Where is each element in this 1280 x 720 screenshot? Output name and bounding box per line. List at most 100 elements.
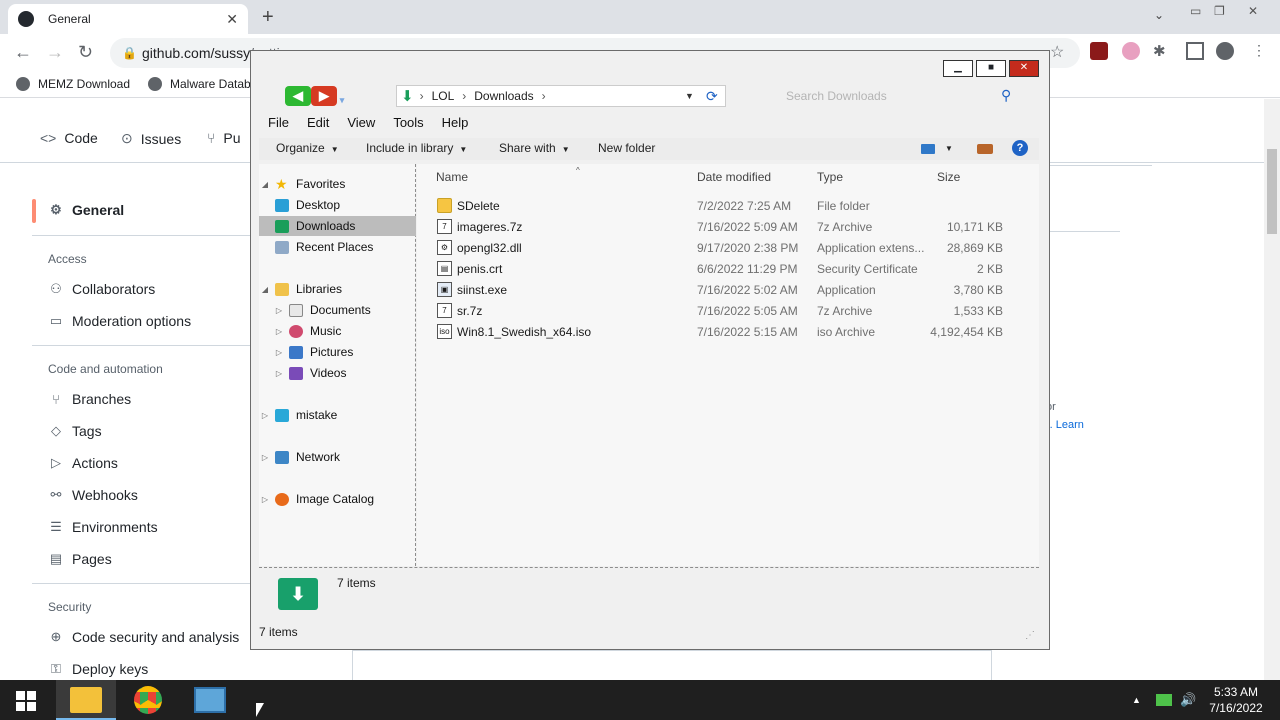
system-clock[interactable]: 5:33 AM 7/16/2022 xyxy=(1192,684,1280,716)
sidebar-item-branches[interactable]: ⑂ Branches xyxy=(48,391,131,407)
collapsed-icon[interactable]: ▷ xyxy=(273,369,285,378)
tab-issues[interactable]: ⊙ Issues xyxy=(121,130,181,147)
puzzle-icon[interactable]: ✱ xyxy=(1153,42,1171,60)
breadcrumb-downloads[interactable]: Downloads xyxy=(474,89,533,103)
nav-mistake[interactable]: ▷ mistake xyxy=(259,405,416,425)
column-type[interactable]: Type xyxy=(817,170,843,184)
minimize-button[interactable]: ▁ xyxy=(943,60,973,77)
nav-music[interactable]: ▷ Music xyxy=(259,321,416,341)
search-input[interactable]: Search Downloads xyxy=(786,89,887,103)
close-window-icon[interactable]: ✕ xyxy=(1248,4,1258,18)
maximize-button[interactable]: ■ xyxy=(976,60,1006,77)
restore-icon[interactable]: ❐ xyxy=(1214,4,1225,18)
column-size[interactable]: Size xyxy=(937,170,960,184)
nav-videos[interactable]: ▷ Videos xyxy=(259,363,416,383)
forward-icon[interactable]: → xyxy=(46,42,64,63)
learn-link[interactable]: Learn xyxy=(1056,419,1084,431)
organize-button[interactable]: Organize ▼ xyxy=(276,141,339,155)
recent-pages-icon[interactable]: ▾ xyxy=(337,86,347,106)
scrollbar-thumb[interactable] xyxy=(1267,149,1277,234)
collapsed-icon[interactable]: ▷ xyxy=(273,306,285,315)
collapsed-icon[interactable]: ▷ xyxy=(259,411,271,420)
search-icon[interactable]: ⚲ xyxy=(1001,87,1011,104)
sidepanel-icon[interactable] xyxy=(1186,42,1204,60)
menu-file[interactable]: File xyxy=(268,115,289,130)
nav-network[interactable]: ▷ Network xyxy=(259,447,416,467)
breadcrumb-lol[interactable]: LOL xyxy=(432,89,455,103)
sidebar-item-tags[interactable]: ◇ Tags xyxy=(48,423,102,439)
profile-avatar[interactable] xyxy=(1216,42,1234,60)
battery-icon[interactable] xyxy=(1156,694,1172,706)
expanded-icon[interactable]: ◢ xyxy=(259,180,271,189)
taskbar-explorer[interactable] xyxy=(56,680,116,720)
sidebar-item-moderation[interactable]: ▭ Moderation options xyxy=(48,313,191,329)
address-dropdown-icon[interactable]: ▼ xyxy=(685,91,694,101)
file-row-sdelete[interactable]: SDelete 7/2/2022 7:25 AM File folder xyxy=(417,196,1039,217)
windows-start-icon[interactable] xyxy=(16,691,36,711)
taskbar-chrome[interactable] xyxy=(118,680,178,720)
back-icon[interactable]: ← xyxy=(14,42,32,63)
tray-expand-icon[interactable]: ▲ xyxy=(1132,695,1141,705)
extension-shield-icon[interactable] xyxy=(1090,42,1108,60)
sidebar-item-webhooks[interactable]: ⚯ Webhooks xyxy=(48,487,138,503)
close-tab-icon[interactable]: ✕ xyxy=(226,11,238,28)
tab-pull-requests[interactable]: ⑂ Pu xyxy=(207,130,241,146)
browser-tab[interactable]: General ✕ xyxy=(8,4,248,34)
collapsed-icon[interactable]: ▷ xyxy=(273,327,285,336)
nav-pictures[interactable]: ▷ Pictures xyxy=(259,342,416,362)
collapsed-icon[interactable]: ▷ xyxy=(273,348,285,357)
file-row-opengl32[interactable]: ⚙ opengl32.dll 9/17/2020 2:38 PM Applica… xyxy=(417,238,1039,259)
expanded-icon[interactable]: ◢ xyxy=(259,285,271,294)
kebab-menu-icon[interactable]: ⋮ xyxy=(1252,42,1270,60)
collapsed-icon[interactable]: ▷ xyxy=(259,453,271,462)
preview-pane-icon[interactable] xyxy=(977,144,993,154)
refresh-icon[interactable]: ⟳ xyxy=(706,88,718,105)
sidebar-item-collaborators[interactable]: ⚇ Collaborators xyxy=(48,281,155,297)
file-row-sr[interactable]: 7 sr.7z 7/16/2022 5:05 AM 7z Archive 1,5… xyxy=(417,301,1039,322)
menu-tools[interactable]: Tools xyxy=(393,115,423,130)
file-row-siinst[interactable]: ▣ siinst.exe 7/16/2022 5:02 AM Applicati… xyxy=(417,280,1039,301)
page-scrollbar[interactable] xyxy=(1264,99,1280,680)
sidebar-item-code-security[interactable]: ⊕ Code security and analysis xyxy=(48,629,240,645)
file-row-win81-iso[interactable]: iso Win8.1_Swedish_x64.iso 7/16/2022 5:1… xyxy=(417,322,1039,343)
bookmark-memz[interactable]: MEMZ Download xyxy=(16,77,130,91)
reload-icon[interactable]: ↻ xyxy=(78,42,93,63)
nav-downloads[interactable]: Downloads xyxy=(259,216,416,236)
menu-edit[interactable]: Edit xyxy=(307,115,329,130)
menu-view[interactable]: View xyxy=(347,115,375,130)
address-bar[interactable]: ⬇ › LOL › Downloads › ▼ xyxy=(396,85,726,107)
chevron-down-icon[interactable]: ⌄ xyxy=(1154,8,1164,22)
include-library-button[interactable]: Include in library ▼ xyxy=(366,141,467,155)
nav-desktop[interactable]: Desktop xyxy=(259,195,416,215)
star-icon[interactable]: ☆ xyxy=(1050,42,1068,61)
nav-image-catalog[interactable]: ▷ Image Catalog xyxy=(259,489,416,509)
sidebar-item-deploy-keys[interactable]: ⚿ Deploy keys xyxy=(48,661,148,677)
help-icon[interactable]: ? xyxy=(1012,140,1028,156)
chevron-down-icon[interactable]: ▼ xyxy=(945,144,953,153)
new-folder-button[interactable]: New folder xyxy=(598,141,655,155)
taskbar-control-panel[interactable] xyxy=(180,680,240,720)
close-button[interactable]: ✕ xyxy=(1009,60,1039,77)
extension-flag-icon[interactable] xyxy=(1122,42,1140,60)
tab-code[interactable]: <> Code xyxy=(40,130,98,146)
minimize-icon[interactable]: ▭ xyxy=(1190,4,1201,18)
resize-grip-icon[interactable]: ⋰ xyxy=(1025,630,1035,641)
share-with-button[interactable]: Share with ▼ xyxy=(499,141,570,155)
file-row-crt[interactable]: ▤ penis.crt 6/6/2022 11:29 PM Security C… xyxy=(417,259,1039,280)
sidebar-item-actions[interactable]: ▷ Actions xyxy=(48,455,118,471)
sidebar-item-environments[interactable]: ☰ Environments xyxy=(48,519,157,535)
menu-help[interactable]: Help xyxy=(442,115,469,130)
bookmark-malware[interactable]: Malware Datab xyxy=(148,77,251,91)
sidebar-item-general[interactable]: ⚙ General xyxy=(48,202,124,218)
column-date-modified[interactable]: Date modified xyxy=(697,170,771,184)
collapsed-icon[interactable]: ▷ xyxy=(259,495,271,504)
nav-libraries[interactable]: ◢ Libraries xyxy=(259,279,416,299)
nav-documents[interactable]: ▷ Documents xyxy=(259,300,416,320)
sidebar-item-pages[interactable]: ▤ Pages xyxy=(48,551,112,567)
new-tab-icon[interactable]: + xyxy=(262,6,274,29)
column-name[interactable]: ^ Name xyxy=(436,166,580,184)
file-row-imageres[interactable]: 7 imageres.7z 7/16/2022 5:09 AM 7z Archi… xyxy=(417,217,1039,238)
forward-arrow-icon[interactable]: ▶ xyxy=(311,86,337,106)
back-arrow-icon[interactable]: ◀ xyxy=(285,86,311,106)
nav-recent-places[interactable]: Recent Places xyxy=(259,237,416,257)
